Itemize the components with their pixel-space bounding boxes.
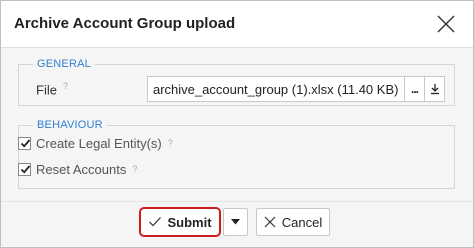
checkmark-icon [20, 138, 31, 148]
checkmark-icon [149, 217, 162, 227]
reset-accounts-option[interactable]: Reset Accounts ? [18, 160, 137, 178]
create-legal-entity-option[interactable]: Create Legal Entity(s) ? [18, 134, 173, 152]
reset-accounts-checkbox[interactable] [18, 162, 31, 176]
create-legal-entity-checkbox[interactable] [18, 136, 31, 150]
reset-accounts-label: Reset Accounts [36, 161, 127, 177]
download-icon [430, 84, 439, 95]
submit-label: Submit [167, 214, 212, 230]
download-button[interactable] [424, 77, 444, 101]
cancel-label: Cancel [281, 214, 323, 230]
footer-divider [1, 201, 473, 202]
behaviour-legend: BEHAVIOUR [33, 119, 107, 131]
create-legal-entity-help-icon[interactable]: ? [168, 139, 173, 148]
submit-highlight: Submit [139, 207, 221, 237]
cancel-button[interactable]: Cancel [256, 208, 330, 236]
file-value: archive_account_group (1).xlsx (11.40 KB… [153, 82, 399, 97]
file-field[interactable]: archive_account_group (1).xlsx (11.40 KB… [147, 76, 445, 102]
close-button[interactable] [434, 12, 458, 36]
create-legal-entity-label: Create Legal Entity(s) [36, 135, 162, 151]
x-icon [264, 216, 276, 228]
dialog-title: Archive Account Group upload [14, 15, 236, 32]
dialog-titlebar: Archive Account Group upload [1, 1, 473, 48]
checkmark-icon [20, 164, 31, 174]
file-help-icon[interactable]: ? [63, 82, 68, 91]
file-label: File? [36, 82, 68, 98]
browse-button[interactable]: ... [404, 77, 424, 101]
general-legend: GENERAL [33, 58, 95, 70]
reset-accounts-help-icon[interactable]: ? [132, 165, 137, 174]
caret-down-icon [231, 219, 240, 225]
submit-options-dropdown[interactable] [223, 208, 248, 236]
general-section: GENERAL File? archive_account_group (1).… [18, 58, 455, 106]
close-icon [437, 15, 455, 33]
file-label-text: File [36, 82, 57, 98]
submit-button[interactable]: Submit [144, 211, 216, 233]
upload-dialog: Archive Account Group upload GENERAL Fil… [0, 0, 474, 248]
